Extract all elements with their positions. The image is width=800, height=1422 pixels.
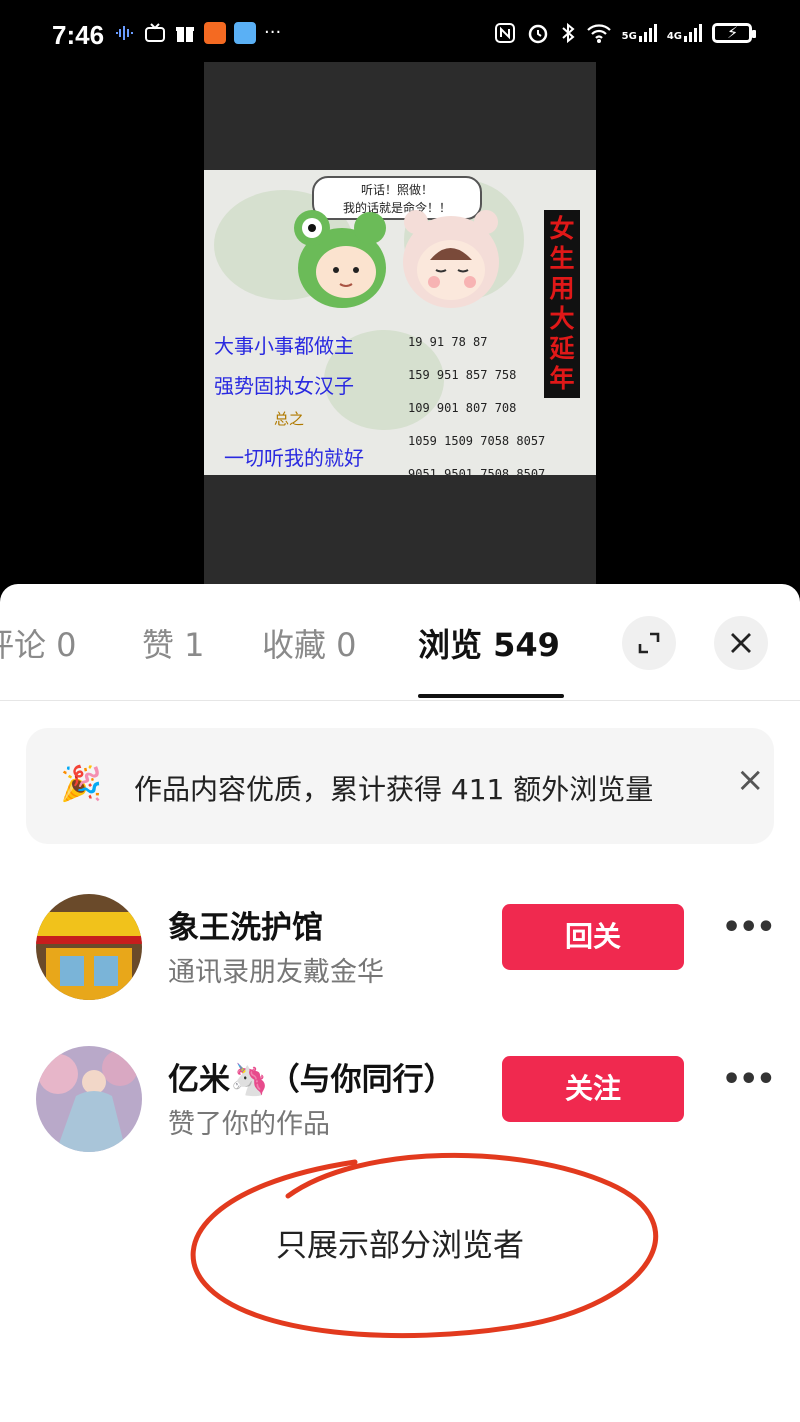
tv-icon xyxy=(145,23,165,42)
alarm-icon xyxy=(528,24,547,44)
speech-line-1: 听话！照做！ xyxy=(360,183,433,197)
poster-text-3: 总之 xyxy=(274,410,305,428)
audio-wave-icon xyxy=(116,26,133,40)
poster-text-4: 一切听我的就好 xyxy=(224,446,364,470)
signal-5g-icon: 5G xyxy=(622,24,657,42)
signal-5g-label: 5G xyxy=(621,31,637,42)
poster-number-row: 159 951 857 758 xyxy=(408,368,517,382)
app-icon-orange xyxy=(204,22,226,44)
battery-charging-icon: ⚡ xyxy=(712,23,756,43)
poster-number-row: 1059 1509 7058 8057 xyxy=(408,434,546,448)
app-icon-blue xyxy=(234,22,256,44)
poster-number-row: 9051 9501 7508 8507 xyxy=(408,467,546,475)
signal-4g-label: 4G xyxy=(666,31,682,42)
status-left-icons: ··· xyxy=(114,22,281,44)
gift-icon xyxy=(176,27,194,42)
frog-character-illustration xyxy=(294,210,386,308)
status-right-icons: 5G 4G ⚡ xyxy=(494,22,756,44)
poster-vertical-banner: 女生用大延年 xyxy=(544,210,580,398)
viewers-sheet: 评论 0 赞 1 收藏 0 浏览 549 🎉 作品内容优质，累计获得 411 额… xyxy=(0,584,800,1422)
wifi-icon xyxy=(586,24,611,43)
signal-4g-icon: 4G xyxy=(667,24,702,42)
poster-number-row: 109 901 807 708 xyxy=(408,401,517,415)
poster-number-row: 19 91 78 87 xyxy=(408,335,488,349)
bluetooth-icon xyxy=(561,22,575,44)
poster-number-list: 19 91 78 87 159 951 857 758 109 901 807 … xyxy=(408,326,545,475)
nfc-icon xyxy=(494,23,515,43)
status-time: 7:46 xyxy=(52,20,105,50)
video-poster-image: 听话！照做！ 我的话就是命令！！ 大事小事都做主 强势固执女汉子 总之 一切听我… xyxy=(204,170,596,475)
poster-text-1: 大事小事都做主 xyxy=(214,334,354,358)
video-player[interactable]: 听话！照做！ 我的话就是命令！！ 大事小事都做主 强势固执女汉子 总之 一切听我… xyxy=(204,62,596,592)
more-dots-icon: ··· xyxy=(264,22,282,43)
girl-character-illustration xyxy=(403,210,499,308)
poster-text-2: 强势固执女汉子 xyxy=(214,374,354,398)
status-bar: 7:46 ··· 5G 4G ⚡ xyxy=(0,0,800,62)
red-annotation-circle xyxy=(190,1152,658,1339)
